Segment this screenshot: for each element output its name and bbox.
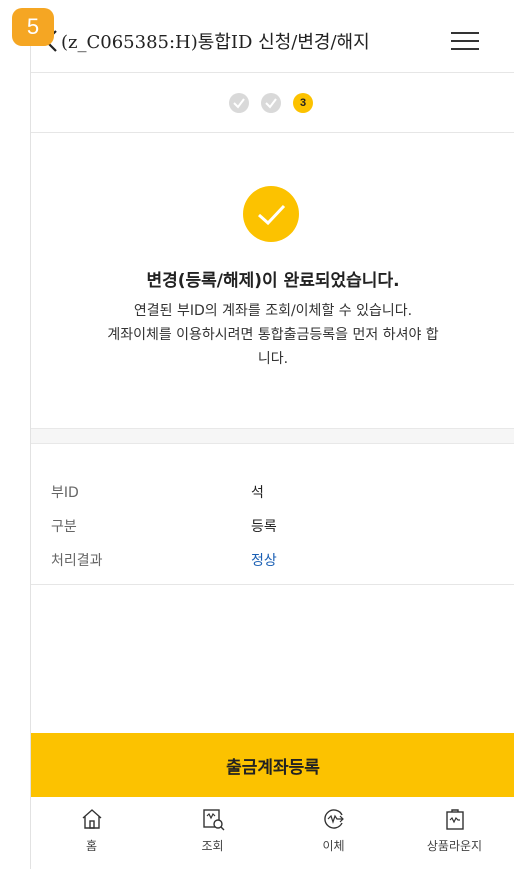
detail-label: 부ID xyxy=(51,485,79,501)
step-badge: 5 xyxy=(12,8,54,46)
step-done-icon xyxy=(261,93,281,113)
tab-home[interactable]: 홈 xyxy=(31,797,152,869)
section-divider xyxy=(31,428,514,444)
detail-label: 처리결과 xyxy=(51,553,103,569)
detail-list: 부ID 석 구분 등록 처리결과 정상 xyxy=(31,444,514,585)
status-value: 정상 xyxy=(251,553,277,569)
menu-icon[interactable] xyxy=(451,32,479,52)
tab-label: 상품라운지 xyxy=(426,839,483,853)
detail-value: 석 xyxy=(251,485,264,501)
step-current: 3 xyxy=(293,93,313,113)
result-panel: 변경(등록/해제)이 완료되었습니다. 연결된 부ID의 계좌를 조회/이체할 … xyxy=(31,133,514,427)
tab-product-lounge[interactable]: 상품라운지 xyxy=(394,797,514,869)
step-progress: 3 xyxy=(31,72,514,133)
detail-row-result: 처리결과 정상 xyxy=(51,550,277,570)
tab-inquiry[interactable]: 조회 xyxy=(152,797,273,869)
tab-label: 이체 xyxy=(322,839,345,853)
step-done-icon xyxy=(229,93,249,113)
detail-row-type: 구분 등록 xyxy=(51,516,277,536)
detail-value: 등록 xyxy=(251,519,277,535)
transfer-icon xyxy=(323,809,344,829)
app-screen: (z_C065385:H)통합ID 신청/변경/해지 3 변경(등록/해제)이 … xyxy=(30,10,514,869)
result-headline: 변경(등록/해제)이 완료되었습니다. xyxy=(146,271,400,291)
detail-label: 구분 xyxy=(51,519,77,535)
page-title: (z_C065385:H)통합ID 신청/변경/해지 xyxy=(61,32,370,53)
home-icon xyxy=(82,809,101,829)
detail-row-sub-id: 부ID 석 xyxy=(51,482,264,502)
register-withdrawal-account-button[interactable]: 출금계좌등록 xyxy=(31,733,514,797)
bottom-tabbar: 홈 조회 이체 상품라운지 xyxy=(31,797,514,869)
tab-label: 조회 xyxy=(201,839,224,853)
result-description: 연결된 부ID의 계좌를 조회/이체할 수 있습니다. 계좌이체를 이용하시려면… xyxy=(107,303,439,367)
inquiry-icon xyxy=(202,809,224,831)
tab-transfer[interactable]: 이체 xyxy=(273,797,394,869)
tab-label: 홈 xyxy=(85,839,98,853)
check-complete-icon xyxy=(243,186,299,242)
header: (z_C065385:H)통합ID 신청/변경/해지 xyxy=(31,10,514,73)
product-lounge-icon xyxy=(445,809,464,830)
